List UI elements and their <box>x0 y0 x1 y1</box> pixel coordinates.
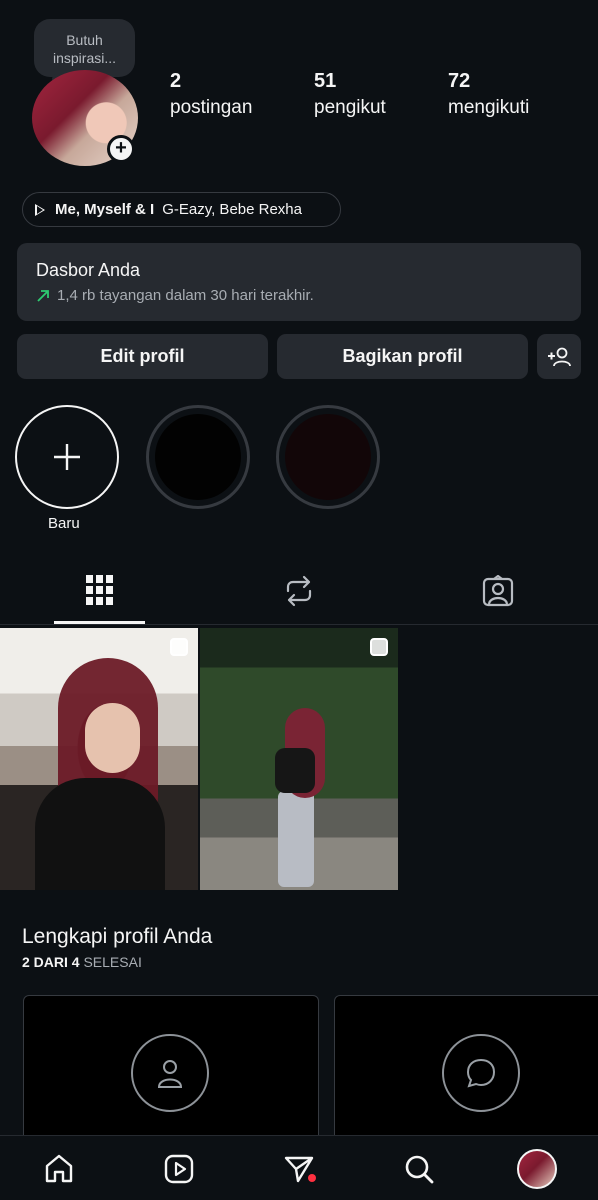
carousel-icon <box>370 638 388 656</box>
stat-posts-value: 2 <box>170 70 182 92</box>
highlight-cover <box>285 414 371 500</box>
nav-home[interactable] <box>42 1152 76 1186</box>
trend-up-icon <box>37 289 49 302</box>
reposts-icon <box>286 575 312 607</box>
reels-icon <box>164 1154 194 1184</box>
note-text: Butuh inspirasi... <box>52 32 117 66</box>
plus-icon <box>54 444 80 470</box>
complete-profile-title: Lengkapi profil Anda <box>22 925 213 948</box>
tab-divider <box>0 624 598 625</box>
notification-dot <box>308 1174 316 1182</box>
card-icon-circle <box>442 1034 520 1112</box>
complete-profile-card-bio[interactable] <box>334 995 598 1145</box>
photo-subject-face <box>85 703 140 773</box>
nav-search[interactable] <box>402 1152 436 1186</box>
stat-following-value: 72 <box>448 70 471 92</box>
note-bubble[interactable]: Butuh inspirasi... <box>34 19 135 77</box>
add-person-icon <box>548 347 571 366</box>
nav-profile[interactable] <box>516 1148 558 1190</box>
stat-posts[interactable]: 2 postingan <box>170 70 252 119</box>
speech-bubble-icon <box>466 1058 496 1088</box>
share-profile-button[interactable]: Bagikan profil <box>277 334 528 379</box>
tab-reposts[interactable] <box>284 575 314 612</box>
search-icon <box>405 1155 434 1184</box>
tab-grid[interactable] <box>86 575 114 612</box>
progress-count: 2 DARI 4 <box>22 954 80 970</box>
new-highlight-button[interactable] <box>15 405 119 509</box>
new-highlight-label: Baru <box>48 515 80 532</box>
stat-posts-label: postingan <box>170 97 253 118</box>
photo-subject-shirt <box>275 748 315 793</box>
highlight-cover <box>155 414 241 500</box>
bottom-navigation <box>0 1135 598 1200</box>
complete-profile-card-name[interactable] <box>23 995 319 1145</box>
dashboard-subtitle-row: 1,4 rb tayangan dalam 30 hari terakhir. <box>36 287 562 304</box>
card-icon-circle <box>131 1034 209 1112</box>
progress-status: SELESAI <box>83 954 142 970</box>
home-icon <box>45 1154 73 1183</box>
dashboard-subtitle: 1,4 rb tayangan dalam 30 hari terakhir. <box>57 287 314 304</box>
tagged-icon <box>482 574 514 607</box>
highlight-item[interactable] <box>146 405 250 509</box>
stat-followers[interactable]: 51 pengikut <box>314 70 386 119</box>
photo-subject-legs <box>278 791 314 887</box>
photo-subject-shirt <box>35 778 165 890</box>
stat-following[interactable]: 72 mengikuti <box>448 70 529 119</box>
music-song: Me, Myself & I <box>55 201 155 218</box>
dashboard-title: Dasbor Anda <box>36 260 141 280</box>
active-tab-indicator <box>54 621 145 624</box>
stat-following-label: mengikuti <box>448 97 530 118</box>
complete-profile-progress: 2 DARI 4 SELESAI <box>22 954 142 970</box>
stat-followers-value: 51 <box>314 70 337 92</box>
profile-music[interactable]: Me, Myself & I G-Eazy, Bebe Rexha <box>22 192 341 227</box>
add-story-icon[interactable]: + <box>107 135 135 163</box>
edit-profile-button[interactable]: Edit profil <box>17 334 268 379</box>
professional-dashboard[interactable]: Dasbor Anda 1,4 rb tayangan dalam 30 har… <box>17 243 581 321</box>
tab-tagged[interactable] <box>482 574 514 612</box>
post-thumbnail[interactable] <box>0 628 198 890</box>
post-thumbnail[interactable] <box>200 628 398 890</box>
highlight-item[interactable] <box>276 405 380 509</box>
nav-direct[interactable] <box>282 1152 316 1186</box>
person-icon <box>157 1060 183 1088</box>
profile-avatar <box>517 1149 557 1189</box>
music-artist: G-Eazy, Bebe Rexha <box>162 201 302 218</box>
carousel-icon <box>170 638 188 656</box>
nav-reels[interactable] <box>162 1152 196 1186</box>
stat-followers-label: pengikut <box>314 97 386 118</box>
discover-people-button[interactable] <box>537 334 581 379</box>
grid-icon <box>86 575 113 605</box>
play-icon <box>35 203 45 216</box>
